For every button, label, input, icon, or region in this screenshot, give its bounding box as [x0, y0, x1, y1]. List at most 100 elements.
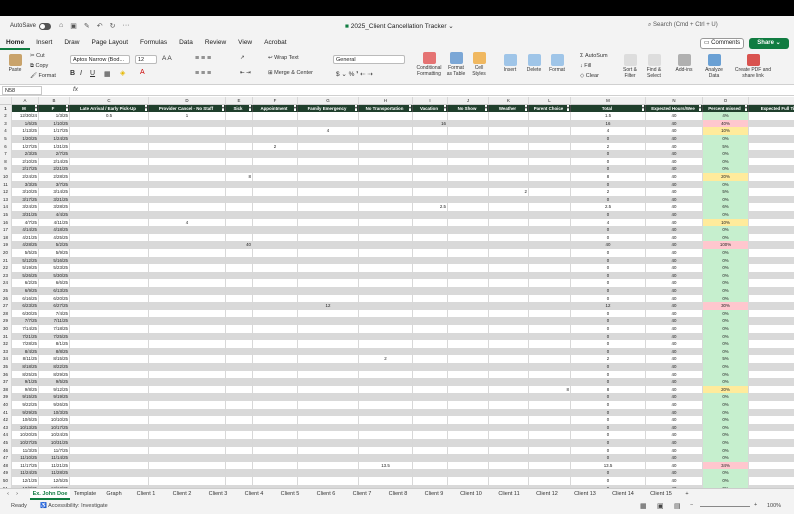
table-cell[interactable]	[489, 211, 529, 219]
table-cell[interactable]	[70, 165, 149, 173]
sheet-tab[interactable]: Client 7	[344, 489, 380, 500]
table-cell[interactable]	[448, 477, 489, 485]
table-cell[interactable]	[749, 469, 794, 477]
table-cell[interactable]	[149, 416, 226, 424]
table-cell[interactable]: 2/14/25	[39, 157, 70, 166]
table-cell[interactable]	[70, 416, 149, 424]
table-cell[interactable]	[253, 385, 298, 394]
table-cell[interactable]	[413, 135, 448, 143]
percent-missed-cell[interactable]: 0%	[703, 279, 749, 287]
table-cell[interactable]	[149, 355, 226, 363]
table-cell[interactable]	[253, 325, 298, 333]
table-cell[interactable]	[226, 423, 253, 432]
percent-missed-cell[interactable]: 0%	[703, 431, 749, 439]
table-cell[interactable]	[70, 370, 149, 379]
column-header[interactable]: Vacation ▾	[413, 104, 448, 113]
table-cell[interactable]	[413, 218, 448, 227]
table-cell[interactable]	[253, 226, 298, 234]
row-number[interactable]: 8	[0, 157, 12, 166]
table-cell[interactable]	[298, 469, 359, 477]
insert-cells-button[interactable]: Insert	[500, 54, 520, 73]
table-cell[interactable]	[149, 142, 226, 151]
table-cell[interactable]	[413, 370, 448, 379]
table-cell[interactable]: 3/14/25	[39, 188, 70, 196]
percent-missed-cell[interactable]: 0%	[703, 135, 749, 143]
percent-missed-cell[interactable]: 0%	[703, 408, 749, 417]
table-cell[interactable]: 0	[571, 317, 646, 325]
table-cell[interactable]	[70, 150, 149, 158]
table-cell[interactable]: 7/18/25	[39, 325, 70, 333]
table-cell[interactable]	[226, 233, 253, 242]
table-cell[interactable]: 11/7/25	[39, 446, 70, 455]
table-cell[interactable]	[253, 393, 298, 401]
table-cell[interactable]: 10/24/25	[39, 431, 70, 439]
table-cell[interactable]	[226, 127, 253, 135]
table-cell[interactable]: 40	[646, 279, 703, 287]
table-cell[interactable]	[298, 431, 359, 439]
table-cell[interactable]	[298, 408, 359, 417]
table-cell[interactable]: 40	[646, 271, 703, 280]
column-header[interactable]: Appointment ▾	[253, 104, 298, 113]
table-cell[interactable]: 10/13/25	[12, 423, 39, 432]
row-number[interactable]: 43	[0, 423, 12, 432]
percent-missed-cell[interactable]: 0%	[703, 264, 749, 272]
table-cell[interactable]: 2.5	[413, 203, 448, 211]
filter-dropdown-icon[interactable]: ▾	[484, 105, 487, 112]
table-cell[interactable]: 0	[571, 347, 646, 356]
table-cell[interactable]	[149, 157, 226, 166]
table-cell[interactable]: 5/5/25	[12, 249, 39, 257]
table-cell[interactable]	[529, 446, 571, 455]
table-cell[interactable]	[70, 279, 149, 287]
table-cell[interactable]	[489, 256, 529, 265]
table-cell[interactable]	[529, 294, 571, 303]
table-cell[interactable]	[413, 408, 448, 417]
filter-dropdown-icon[interactable]: ▾	[293, 105, 296, 112]
table-cell[interactable]	[413, 173, 448, 181]
table-cell[interactable]	[529, 127, 571, 135]
table-cell[interactable]	[226, 157, 253, 166]
table-cell[interactable]	[448, 355, 489, 363]
table-cell[interactable]	[413, 165, 448, 173]
table-cell[interactable]	[749, 371, 794, 379]
table-cell[interactable]	[413, 142, 448, 151]
indent-icons[interactable]: ⇤ ⇥	[240, 70, 251, 76]
table-cell[interactable]: 4/28/25	[12, 241, 39, 249]
table-cell[interactable]	[298, 355, 359, 363]
table-cell[interactable]: 40	[646, 309, 703, 318]
table-cell[interactable]	[413, 180, 448, 189]
table-cell[interactable]	[298, 370, 359, 379]
table-cell[interactable]	[253, 294, 298, 303]
table-cell[interactable]: 40	[646, 340, 703, 348]
table-cell[interactable]	[749, 112, 794, 120]
table-cell[interactable]: 40	[646, 294, 703, 303]
table-cell[interactable]	[298, 233, 359, 242]
table-cell[interactable]	[226, 249, 253, 257]
table-cell[interactable]	[359, 446, 413, 455]
table-cell[interactable]	[529, 264, 571, 272]
table-cell[interactable]	[298, 157, 359, 166]
table-cell[interactable]	[489, 287, 529, 295]
column-header[interactable]: Expected Hours/Wee ▾	[646, 104, 703, 113]
table-cell[interactable]	[448, 347, 489, 356]
table-cell[interactable]	[149, 302, 226, 310]
table-cell[interactable]: 40	[646, 355, 703, 363]
table-cell[interactable]	[749, 241, 794, 249]
table-cell[interactable]	[413, 150, 448, 158]
table-cell[interactable]	[529, 241, 571, 249]
table-cell[interactable]	[529, 416, 571, 424]
find-select-button[interactable]: Find & Select	[643, 54, 665, 79]
table-cell[interactable]: 6/30/25	[12, 309, 39, 318]
table-cell[interactable]	[448, 378, 489, 386]
table-cell[interactable]	[749, 340, 794, 348]
table-cell[interactable]	[70, 446, 149, 455]
table-cell[interactable]	[413, 241, 448, 249]
table-cell[interactable]	[226, 401, 253, 409]
row-number[interactable]: 14	[0, 203, 12, 211]
table-cell[interactable]	[413, 264, 448, 272]
percent-missed-cell[interactable]: 0%	[703, 363, 749, 371]
table-cell[interactable]	[749, 454, 794, 462]
table-cell[interactable]	[529, 347, 571, 356]
font-size-select[interactable]: 12	[135, 55, 157, 64]
table-cell[interactable]: 5/19/25	[12, 264, 39, 272]
table-cell[interactable]	[529, 317, 571, 325]
